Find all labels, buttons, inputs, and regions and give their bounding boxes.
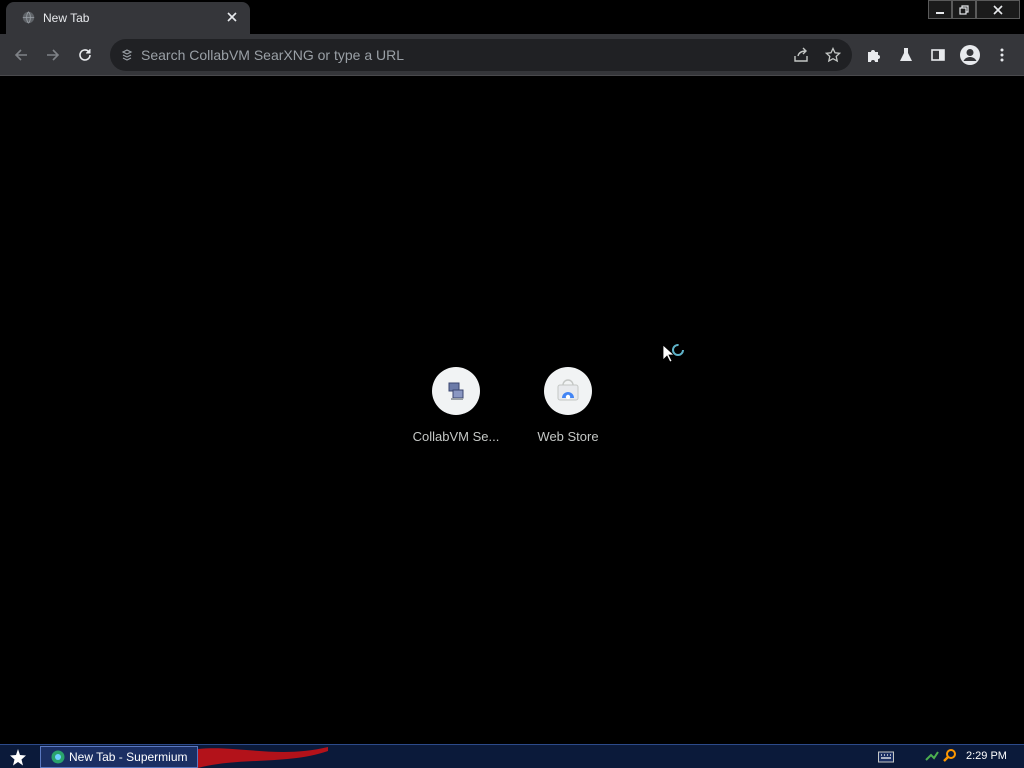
star-icon [825,47,841,63]
bookmark-button[interactable] [820,42,846,68]
arrow-left-icon [14,49,27,61]
kebab-menu-icon [1000,48,1004,62]
puzzle-icon [868,50,880,62]
new-tab-page: CollabVM Se... Web Store [0,77,1024,744]
restore-button[interactable] [952,0,976,19]
taskbar-item-browser[interactable]: New Tab - Supermium [40,746,198,768]
close-icon [993,4,1003,15]
browser-toolbar: Search CollabVM SearXNG or type a URL [0,34,1024,76]
tab-close-button[interactable] [224,9,240,25]
web-store-icon [557,379,579,401]
network-icon[interactable] [924,748,940,764]
keyboard-icon[interactable] [878,751,894,763]
shortcut-web-store[interactable]: Web Store [512,367,624,467]
profile-button[interactable] [956,41,984,69]
title-bar: New Tab [0,0,1024,34]
shortcut-label: Web Store [537,429,599,444]
reload-button[interactable] [71,41,99,69]
taskbar-decoration [198,747,328,768]
flask-icon [900,48,912,61]
start-star-icon [10,749,26,766]
search-engine-icon [121,49,133,61]
shortcut-icon-tile [544,367,592,415]
taskbar-clock: 2:29 PM [966,750,1007,762]
minimize-icon [936,11,944,14]
shortcut-label: CollabVM Se... [412,429,500,444]
tab-title: New Tab [43,11,90,25]
tab-new-tab[interactable]: New Tab [6,2,250,34]
globe-icon [22,11,35,24]
close-icon [227,12,237,22]
taskbar: New Tab - Supermium 2:29 PM [0,744,1024,768]
menu-button[interactable] [988,41,1016,69]
taskbar-item-label: New Tab - Supermium [69,750,188,764]
minimize-button[interactable] [928,0,952,19]
profile-icon [960,45,980,65]
omnibox-placeholder: Search CollabVM SearXNG or type a URL [141,47,404,63]
forward-button[interactable] [39,41,67,69]
restore-icon [959,4,969,15]
search-icon[interactable] [942,748,958,764]
share-button[interactable] [788,42,814,68]
start-button[interactable] [4,746,32,768]
supermium-icon [51,750,65,764]
reload-icon [79,49,91,61]
omnibox[interactable]: Search CollabVM SearXNG or type a URL [110,39,852,71]
extensions-button[interactable] [860,41,888,69]
arrow-right-icon [47,49,60,61]
busy-cursor-icon [662,344,684,363]
close-window-button[interactable] [976,0,1020,19]
labs-button[interactable] [892,41,920,69]
side-panel-icon [931,49,945,61]
shortcut-collabvm[interactable]: CollabVM Se... [400,367,512,467]
collabvm-icon [448,382,464,400]
shortcut-icon-tile [432,367,480,415]
back-button[interactable] [7,41,35,69]
share-icon [794,47,808,62]
side-panel-button[interactable] [924,41,952,69]
